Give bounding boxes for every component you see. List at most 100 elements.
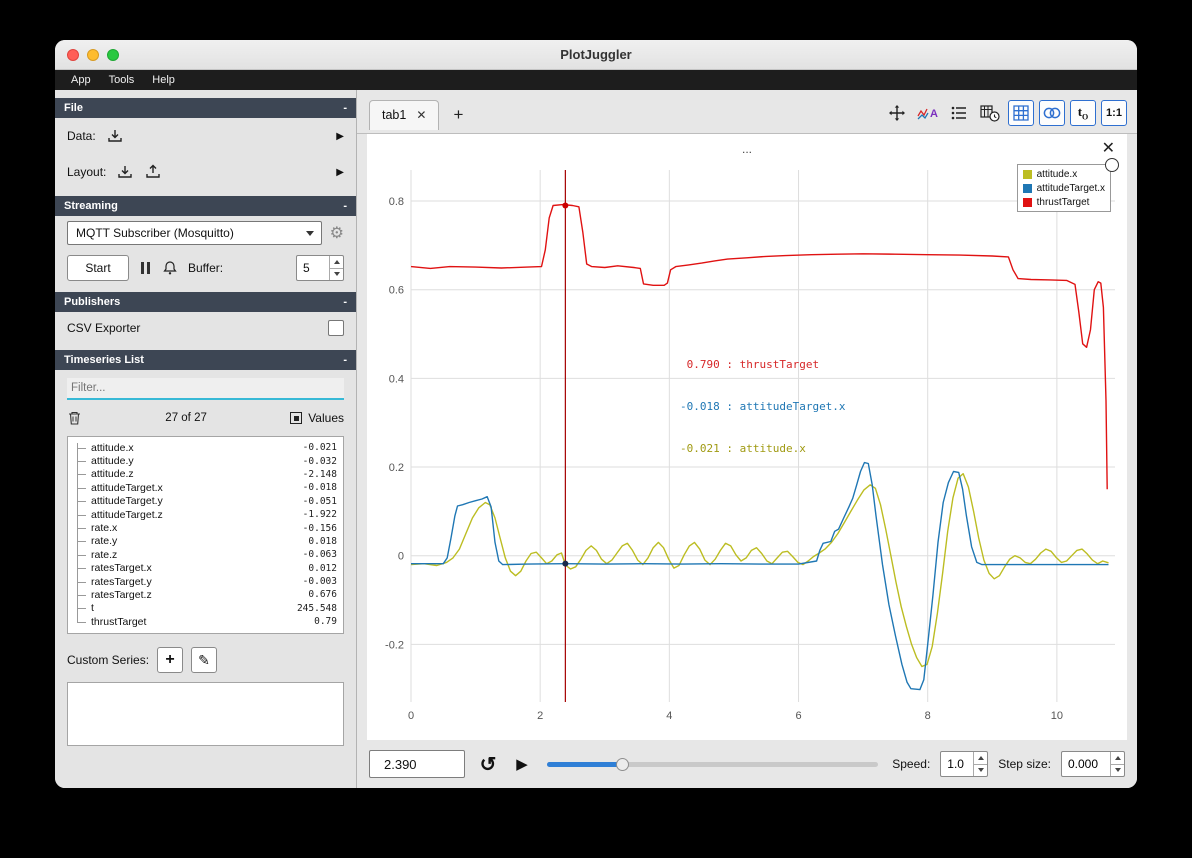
- timeseries-name: ratesTarget.z: [91, 588, 152, 601]
- time-display[interactable]: 2.390: [369, 750, 465, 778]
- timeseries-name: ratesTarget.y: [91, 575, 152, 588]
- timeseries-item[interactable]: rate.x -0.156: [77, 521, 337, 534]
- buffer-value[interactable]: 5: [297, 256, 329, 280]
- link-axes-icon[interactable]: [1039, 99, 1065, 126]
- speed-spinbox[interactable]: 1.0: [940, 751, 989, 777]
- timeseries-name: ratesTarget.x: [91, 562, 152, 575]
- timeseries-section-header[interactable]: Timeseries List -: [55, 350, 356, 370]
- filter-input[interactable]: [67, 378, 344, 400]
- timeseries-value: -0.051: [302, 495, 337, 507]
- close-window-button[interactable]: [67, 48, 79, 61]
- timeseries-item[interactable]: attitudeTarget.z -1.922: [77, 508, 337, 521]
- menu-item[interactable]: App: [63, 70, 99, 90]
- speed-decrement-button[interactable]: [974, 765, 987, 777]
- data-expand-arrow[interactable]: ▶: [336, 131, 344, 142]
- tracker-separator: :: [719, 400, 740, 413]
- legend-item[interactable]: attitudeTarget.x: [1022, 181, 1105, 195]
- edit-curves-icon[interactable]: A: [915, 100, 941, 126]
- timeseries-name: attitudeTarget.y: [91, 495, 163, 508]
- step-decrement-button[interactable]: [1111, 765, 1124, 777]
- datetime-icon[interactable]: [977, 100, 1003, 126]
- step-size-value[interactable]: 0.000: [1062, 752, 1110, 776]
- start-button[interactable]: Start: [67, 255, 129, 281]
- streaming-collapse-button[interactable]: -: [343, 200, 347, 212]
- gear-icon[interactable]: ⚙: [330, 223, 344, 243]
- file-collapse-button[interactable]: -: [343, 102, 347, 114]
- step-size-spinbox[interactable]: 0.000: [1061, 751, 1125, 777]
- load-layout-icon[interactable]: [116, 164, 134, 180]
- timeseries-listbox[interactable]: attitude.x -0.021 attitude.y -0.032 atti…: [67, 436, 344, 634]
- legend-list-icon[interactable]: [946, 100, 972, 126]
- timeseries-item[interactable]: attitude.z -2.148: [77, 468, 337, 481]
- timeseries-item[interactable]: ratesTarget.y -0.003: [77, 575, 337, 588]
- main-area: tab1 ✕ + A tO 1:1 ... ✕ attitude.x attit…: [357, 90, 1137, 788]
- timeseries-item[interactable]: thrustTarget 0.79: [77, 615, 337, 628]
- slider-handle[interactable]: [616, 758, 630, 771]
- legend-item[interactable]: thrustTarget: [1022, 195, 1105, 209]
- custom-series-label: Custom Series:: [67, 653, 150, 667]
- plot-legend[interactable]: attitude.x attitudeTarget.x thrustTarget: [1016, 164, 1111, 212]
- add-tab-button[interactable]: +: [445, 102, 471, 128]
- speed-value[interactable]: 1.0: [941, 752, 973, 776]
- save-layout-icon[interactable]: [144, 164, 162, 180]
- tab-tab1[interactable]: tab1 ✕: [369, 99, 440, 130]
- timeseries-item[interactable]: rate.y 0.018: [77, 535, 337, 548]
- timeseries-item[interactable]: attitudeTarget.x -0.018: [77, 481, 337, 494]
- trash-icon[interactable]: [67, 410, 82, 426]
- load-data-icon[interactable]: [106, 128, 124, 144]
- timeseries-collapse-button[interactable]: -: [343, 354, 347, 366]
- publishers-section-header[interactable]: Publishers -: [55, 292, 356, 312]
- file-section-header[interactable]: File -: [55, 98, 356, 118]
- legend-item[interactable]: attitude.x: [1022, 167, 1105, 181]
- time-slider[interactable]: [547, 754, 879, 774]
- timeseries-item[interactable]: attitude.x -0.021: [77, 441, 337, 454]
- layout-expand-arrow[interactable]: ▶: [336, 167, 344, 178]
- edit-custom-series-button[interactable]: ✎: [191, 647, 218, 673]
- timeseries-item[interactable]: attitudeTarget.y -0.051: [77, 495, 337, 508]
- step-increment-button[interactable]: [1111, 752, 1124, 765]
- streaming-section-header[interactable]: Streaming -: [55, 196, 356, 216]
- pause-icon[interactable]: [139, 262, 152, 274]
- tracker-series-name: thrustTarget: [739, 358, 820, 371]
- chevron-down-icon: [305, 231, 314, 236]
- csv-exporter-checkbox[interactable]: [328, 320, 344, 336]
- streaming-source-select[interactable]: MQTT Subscriber (Mosquitto): [67, 221, 322, 245]
- tracker-value: -0.021: [679, 442, 720, 455]
- buffer-spinbox[interactable]: 5: [296, 255, 344, 281]
- custom-series-listbox[interactable]: [67, 682, 344, 746]
- loop-button[interactable]: ↺: [475, 750, 501, 778]
- minimize-window-button[interactable]: [87, 48, 99, 61]
- tab-close-icon[interactable]: ✕: [416, 108, 426, 122]
- bell-icon[interactable]: [162, 260, 178, 276]
- timeseries-item[interactable]: ratesTarget.z 0.676: [77, 588, 337, 601]
- menu-item[interactable]: Help: [144, 70, 183, 90]
- plot-corner-handle[interactable]: [1105, 158, 1119, 172]
- zoom-window-button[interactable]: [107, 48, 119, 61]
- ratio-button[interactable]: 1:1: [1101, 99, 1127, 126]
- values-checkbox[interactable]: [290, 412, 303, 424]
- timeseries-item[interactable]: rate.z -0.063: [77, 548, 337, 561]
- tracker-line: -0.021 : attitude.x: [581, 428, 846, 470]
- add-custom-series-button[interactable]: +: [157, 647, 184, 673]
- chart-area[interactable]: 0 2 4 6 8 10 -0.2 0 0.2 0.4 0.6 0.8 0.790 : thrustT…: [369, 162, 1125, 738]
- timeseries-item[interactable]: t 245.548: [77, 602, 337, 615]
- grid-view-icon[interactable]: [1008, 99, 1034, 126]
- timeseries-name: attitude.y: [91, 455, 134, 468]
- time-origin-button[interactable]: tO: [1070, 99, 1096, 126]
- timeseries-value: 0.79: [314, 616, 337, 628]
- speed-increment-button[interactable]: [974, 752, 988, 765]
- publishers-collapse-button[interactable]: -: [343, 296, 347, 308]
- timeseries-item[interactable]: ratesTarget.x 0.012: [77, 562, 337, 575]
- plot-close-icon[interactable]: ✕: [1102, 138, 1115, 158]
- plot-title: ...: [741, 142, 752, 156]
- buffer-increment-button[interactable]: [330, 256, 343, 269]
- buffer-decrement-button[interactable]: [330, 269, 343, 281]
- timeseries-item[interactable]: attitude.y -0.032: [77, 454, 337, 467]
- svg-text:6: 6: [795, 710, 801, 722]
- csv-exporter-label: CSV Exporter: [67, 321, 141, 335]
- play-button[interactable]: ▶: [511, 750, 533, 778]
- svg-text:0.2: 0.2: [389, 462, 404, 474]
- timeseries-name: t: [91, 602, 94, 615]
- menu-item[interactable]: Tools: [101, 70, 143, 90]
- pan-zoom-icon[interactable]: [884, 100, 910, 126]
